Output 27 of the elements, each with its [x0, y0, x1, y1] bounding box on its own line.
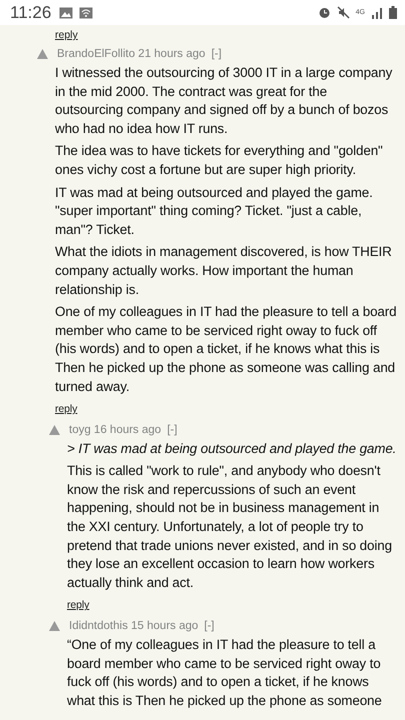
comment-paragraph: What the idiots in management discovered, is how THEIR company actually works. How important the human relationship is.: [55, 243, 393, 299]
upvote-icon[interactable]: [37, 49, 48, 59]
comment-paragraph: One of my colleagues in IT had the pleasure to tell a board member who came to be serviced right oway to fuck off (his words) and to open a ticket, if he knows what this is Then he picked up the phone as someone was calling and turned away.: [55, 303, 397, 396]
collapse-toggle[interactable]: [-]: [204, 620, 214, 632]
reply-link[interactable]: reply: [67, 596, 90, 616]
comment-paragraph: IT was mad at being outsourced and played the game. "super important" thing coming? Ticket. "just a cable, man"? Ticket.: [55, 184, 374, 239]
upvote-icon[interactable]: [49, 621, 60, 632]
alarm-icon: [318, 6, 331, 19]
reply-link[interactable]: reply: [55, 30, 78, 41]
comment-meta: Ididntdothis 15 hours ago: [69, 620, 198, 632]
battery-icon: [389, 6, 397, 19]
comment-paragraph: I witnessed the outsourcing of 3000 IT in a large company in the mid 2000. The contract was great for the outsourcing company and signed off by a bunch of bozos who had no idea how IT runs.: [55, 64, 394, 138]
upvote-icon[interactable]: [49, 424, 60, 435]
mute-icon: [336, 6, 350, 19]
collapse-toggle[interactable]: [-]: [167, 424, 178, 436]
wifi-icon: [79, 6, 94, 18]
comment-meta: BrandoElFollito 21 hours ago: [57, 48, 206, 60]
comment-paragraph: “One of my colleagues in IT had the pleasure to tell a board member who came to be serviced right oway to fuck off (his words) and to open a ticket, if he knows what this is Then he picked up the phone as someone: [67, 636, 383, 710]
comment-paragraph: This is called "work to rule", and anybody who doesn't know the risk and repercussions of such an event happening, should not be in business management in the XXI century. Unfortunately, a lot of people try to pretend that trade unions never existed, and in so doing they lose an excellent occasion to learn how workers actually think and act.: [67, 462, 393, 592]
reply-link[interactable]: reply: [55, 400, 78, 419]
comment-paragraph: The idea was to have tickets for everything and "golden" ones vichy cost a fortune but are super high priority.: [55, 142, 384, 179]
image-icon: [59, 6, 74, 18]
clock-time: 11:26: [10, 2, 52, 22]
collapse-toggle[interactable]: [-]: [211, 48, 222, 60]
signal-icon: [371, 6, 383, 18]
quoted-text: > IT was mad at being outsourced and played the game.: [67, 440, 397, 458]
comment-meta: toyg 16 hours ago: [69, 424, 162, 436]
